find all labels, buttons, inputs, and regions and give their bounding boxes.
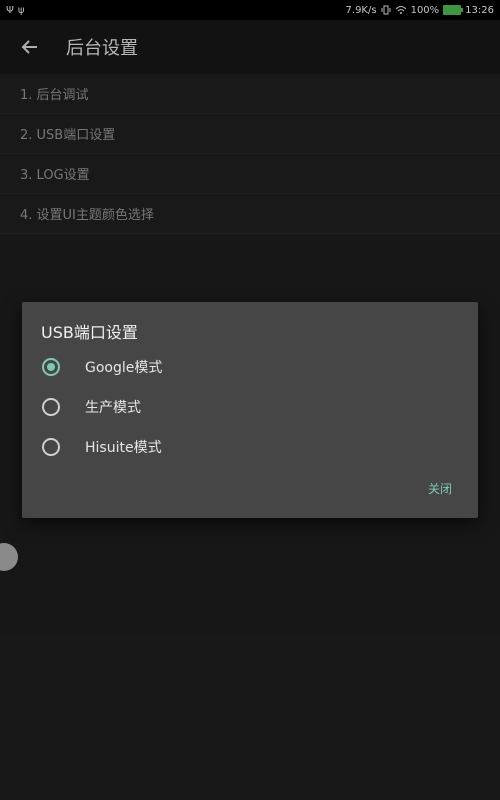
option-label: 生产模式 [85,400,141,416]
usb-port-dialog: USB端口设置 Google模式 生产模式 Hisuite模式 关闭 [22,302,478,518]
option-label: Google模式 [85,360,163,376]
radio-selected-icon[interactable] [42,358,60,376]
option-label: Hisuite模式 [85,440,162,456]
screen: Ψ ψ 7.9K/s 100% 13:26 后台设置 1. 后台调试 2. US… [0,0,500,800]
radio-unselected-icon[interactable] [42,398,60,416]
dialog-title: USB端口设置 [41,323,138,342]
radio-unselected-icon[interactable] [42,438,60,456]
option-production-mode[interactable]: 生产模式 [42,389,462,425]
close-button[interactable]: 关闭 [426,476,454,501]
option-hisuite-mode[interactable]: Hisuite模式 [42,429,462,465]
option-google-mode[interactable]: Google模式 [42,349,462,385]
